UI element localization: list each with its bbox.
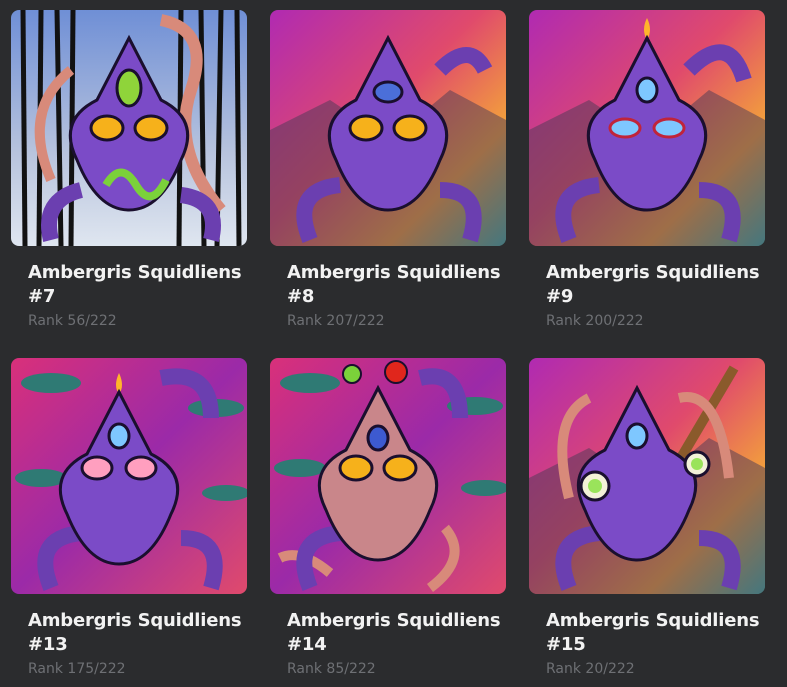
squidlien-artwork [11,358,247,594]
squidlien-artwork [11,10,247,246]
nft-card[interactable]: Ambergris Squidliens #7 Rank 56/222 [11,10,247,340]
nft-title[interactable]: Ambergris Squidliens #15 [546,609,761,657]
rarity-rank: Rank 20/222 [546,661,635,677]
token-number: #7 [28,286,56,307]
rarity-rank: Rank 56/222 [28,313,117,329]
rarity-rank: Rank 200/222 [546,313,644,329]
token-number: #9 [546,286,574,307]
nft-title[interactable]: Ambergris Squidliens #9 [546,261,761,309]
nft-image[interactable] [529,358,765,594]
nft-image[interactable] [270,358,506,594]
token-number: #8 [287,286,315,307]
nft-card[interactable]: Ambergris Squidliens #15 Rank 20/222 [529,358,765,687]
collection-name: Ambergris Squidliens [28,262,242,283]
rarity-rank: Rank 85/222 [287,661,376,677]
nft-card[interactable]: Ambergris Squidliens #14 Rank 85/222 [270,358,506,687]
squidlien-artwork [270,10,506,246]
nft-image[interactable] [11,10,247,246]
token-number: #13 [28,634,68,655]
collection-name: Ambergris Squidliens [546,262,760,283]
nft-grid: Ambergris Squidliens #7 Rank 56/222 Ambe… [0,0,787,687]
squidlien-artwork [529,358,765,594]
collection-name: Ambergris Squidliens [287,610,501,631]
squidlien-artwork [270,358,506,594]
rarity-rank: Rank 175/222 [28,661,126,677]
nft-title[interactable]: Ambergris Squidliens #7 [28,261,243,309]
nft-card[interactable]: Ambergris Squidliens #13 Rank 175/222 [11,358,247,687]
token-number: #14 [287,634,327,655]
nft-title[interactable]: Ambergris Squidliens #14 [287,609,502,657]
collection-name: Ambergris Squidliens [287,262,501,283]
squidlien-artwork [529,10,765,246]
nft-image[interactable] [529,10,765,246]
nft-card[interactable]: Ambergris Squidliens #9 Rank 200/222 [529,10,765,340]
nft-image[interactable] [270,10,506,246]
nft-title[interactable]: Ambergris Squidliens #13 [28,609,243,657]
nft-title[interactable]: Ambergris Squidliens #8 [287,261,502,309]
collection-name: Ambergris Squidliens [546,610,760,631]
rarity-rank: Rank 207/222 [287,313,385,329]
token-number: #15 [546,634,586,655]
collection-name: Ambergris Squidliens [28,610,242,631]
nft-card[interactable]: Ambergris Squidliens #8 Rank 207/222 [270,10,506,340]
nft-image[interactable] [11,358,247,594]
